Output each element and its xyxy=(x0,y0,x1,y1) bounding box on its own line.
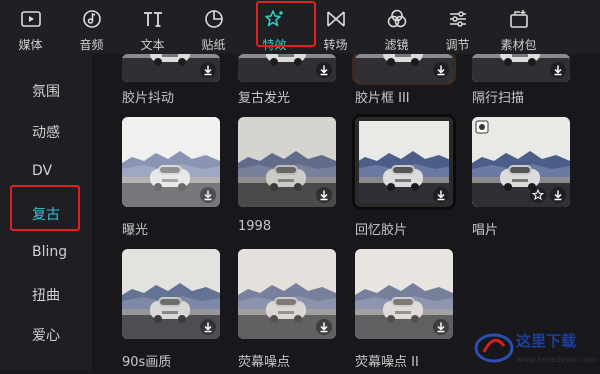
download-icon[interactable] xyxy=(433,187,449,203)
effect-thumbnail xyxy=(238,54,336,82)
effect-name: 90s画质 xyxy=(122,355,172,370)
sidebar-item-atmosphere[interactable]: 氛围 xyxy=(32,81,60,101)
download-icon[interactable] xyxy=(550,62,566,78)
effect-name: 荧幕噪点 xyxy=(238,355,291,370)
effect-thumbnail xyxy=(352,54,456,85)
tab-text[interactable]: 文本 xyxy=(122,0,183,54)
download-icon[interactable] xyxy=(200,319,216,335)
tab-sticker[interactable]: 贴纸 xyxy=(183,0,244,54)
tab-adjust-label: 调节 xyxy=(445,38,470,52)
effect-card[interactable] xyxy=(352,114,456,210)
download-icon[interactable] xyxy=(200,62,216,78)
material-pack-icon xyxy=(509,10,528,28)
effect-thumbnail xyxy=(472,54,570,82)
tab-material-pack[interactable]: 素材包 xyxy=(488,0,549,54)
music-icon xyxy=(82,10,101,28)
text-icon xyxy=(143,12,162,27)
download-icon[interactable] xyxy=(200,187,216,203)
effect-card[interactable] xyxy=(238,54,336,82)
tab-sticker-label: 贴纸 xyxy=(201,38,226,52)
effect-thumbnail xyxy=(122,249,220,339)
download-icon[interactable] xyxy=(316,319,332,335)
sidebar-item-bling[interactable]: Bling xyxy=(32,244,67,260)
effect-card[interactable] xyxy=(472,54,570,82)
tab-filter-label: 滤镜 xyxy=(384,38,409,52)
effect-name: 回忆胶片 xyxy=(355,223,408,238)
play-icon xyxy=(20,11,41,27)
watermark-text: 这里下载 xyxy=(516,332,576,350)
tab-media-label: 媒体 xyxy=(18,38,43,52)
effect-thumbnail xyxy=(238,249,336,339)
watermark-url: www.heredown.com xyxy=(516,355,597,364)
effect-card[interactable] xyxy=(122,249,220,339)
sidebar-item-heart[interactable]: 爱心 xyxy=(32,325,60,345)
tab-effects-label: 特效 xyxy=(262,38,287,52)
sidebar-item-twist[interactable]: 扭曲 xyxy=(32,285,60,305)
tab-media[interactable]: 媒体 xyxy=(0,0,61,54)
download-icon[interactable] xyxy=(316,62,332,78)
effect-card[interactable] xyxy=(352,54,456,85)
effect-name: 隔行扫描 xyxy=(472,91,525,106)
download-icon[interactable] xyxy=(550,187,566,203)
effect-name: 1998 xyxy=(238,219,272,234)
tab-filter[interactable]: 滤镜 xyxy=(366,0,427,54)
effect-thumbnail xyxy=(355,249,453,339)
tab-audio-label: 音频 xyxy=(79,38,104,52)
effect-card[interactable] xyxy=(238,117,336,207)
effects-toolbar: 媒体 音频 文本 贴纸 特效 转场 滤镜 调节 素材包 xyxy=(0,0,600,54)
effect-name: 曝光 xyxy=(122,223,149,238)
effect-card[interactable] xyxy=(238,249,336,339)
tab-audio[interactable]: 音频 xyxy=(61,0,122,54)
effect-card[interactable] xyxy=(122,117,220,207)
effect-thumbnail xyxy=(122,117,220,207)
transition-icon xyxy=(326,11,345,27)
sidebar-item-dv[interactable]: DV xyxy=(32,163,52,179)
effect-thumbnail xyxy=(352,114,456,210)
effect-thumbnail xyxy=(472,117,570,207)
sticker-icon xyxy=(204,10,223,28)
filter-icon xyxy=(387,9,406,28)
star-icon[interactable] xyxy=(530,187,546,203)
effect-thumbnail xyxy=(238,117,336,207)
retro-highlight xyxy=(10,185,80,231)
effect-card[interactable] xyxy=(122,54,220,82)
sidebar-item-dynamic[interactable]: 动感 xyxy=(32,122,60,142)
sparkle-star-icon xyxy=(264,10,283,27)
effect-name: 唱片 xyxy=(472,223,499,238)
effect-name: 胶片抖动 xyxy=(122,91,175,106)
tab-transition[interactable]: 转场 xyxy=(305,0,366,54)
tab-material-pack-label: 素材包 xyxy=(500,38,537,52)
tab-adjust[interactable]: 调节 xyxy=(427,0,488,54)
effect-card[interactable] xyxy=(472,117,570,207)
category-sidebar: 氛围 动感 DV 复古 Bling 扭曲 爱心 xyxy=(0,54,92,370)
download-icon[interactable] xyxy=(316,187,332,203)
effect-name: 胶片框 III xyxy=(355,91,410,106)
tab-transition-label: 转场 xyxy=(323,38,348,52)
tab-effects[interactable]: 特效 xyxy=(244,0,305,54)
effect-thumbnail xyxy=(122,54,220,82)
sliders-icon xyxy=(449,11,466,27)
download-icon[interactable] xyxy=(433,319,449,335)
tab-text-label: 文本 xyxy=(140,38,165,52)
watermark-logo: 这里下载 www.heredown.com xyxy=(470,322,600,370)
effect-card[interactable] xyxy=(355,249,453,339)
effect-name: 复古发光 xyxy=(238,91,291,106)
download-icon[interactable] xyxy=(433,62,449,78)
effect-name: 荧幕噪点 II xyxy=(355,355,419,370)
